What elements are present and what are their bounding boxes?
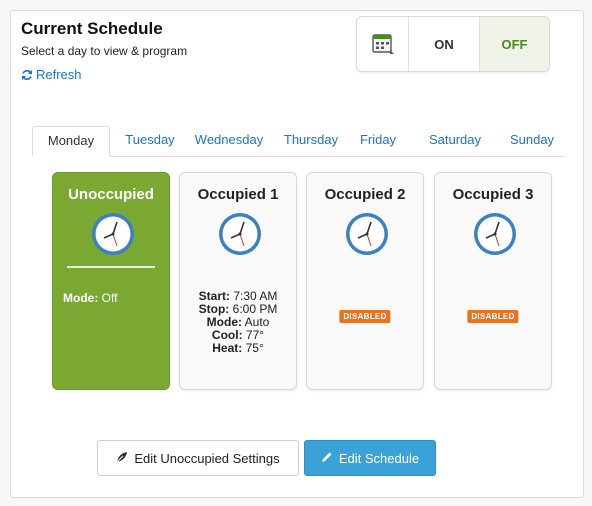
edit-unoccupied-label: Edit Unoccupied Settings: [134, 450, 280, 466]
refresh-icon: [21, 69, 33, 81]
clock-icon: [219, 213, 261, 255]
pencil-icon: [321, 451, 333, 466]
calendar-icon: [357, 17, 409, 71]
period-title: Occupied 3: [452, 186, 534, 203]
clock-icon: [346, 213, 388, 255]
mode-value: Off: [101, 291, 118, 305]
day-tabs: Monday Tuesday Wednesday Thursday Friday…: [32, 126, 564, 157]
schedule-on-off-toggle: ON OFF: [356, 16, 550, 72]
mode-readout: Mode: Off: [63, 291, 117, 305]
refresh-link[interactable]: Refresh: [21, 67, 82, 82]
tab-wednesday[interactable]: Wednesday: [188, 126, 270, 156]
period-card-occupied-2[interactable]: Occupied 2 DISABLED: [306, 172, 424, 390]
tab-thursday[interactable]: Thursday: [272, 126, 350, 156]
tab-friday[interactable]: Friday: [350, 126, 406, 156]
clock-icon: [92, 213, 134, 255]
card-divider: [67, 266, 155, 268]
page-title: Current Schedule: [21, 19, 163, 38]
clock-icon: [474, 213, 516, 255]
period-card-unoccupied[interactable]: Unoccupied Mode: Off: [52, 172, 170, 390]
toggle-off-button[interactable]: OFF: [480, 17, 549, 71]
leaf-icon: [116, 451, 128, 466]
period-details: Start: 7:30 AM Stop: 6:00 PM Mode: Auto …: [180, 290, 296, 355]
period-title: Unoccupied: [68, 186, 154, 203]
tab-monday[interactable]: Monday: [32, 126, 110, 157]
edit-unoccupied-settings-button[interactable]: Edit Unoccupied Settings: [97, 440, 299, 476]
page-subtitle: Select a day to view & program: [21, 44, 188, 58]
edit-schedule-button[interactable]: Edit Schedule: [304, 440, 436, 476]
toggle-on-button[interactable]: ON: [409, 17, 480, 71]
detail-heat: Heat: 75°: [212, 341, 264, 355]
tab-tuesday[interactable]: Tuesday: [114, 126, 186, 156]
tab-saturday[interactable]: Saturday: [422, 126, 488, 156]
disabled-badge: DISABLED: [339, 310, 391, 323]
tab-sunday[interactable]: Sunday: [502, 126, 562, 156]
refresh-label: Refresh: [36, 67, 82, 82]
period-title: Occupied 1: [197, 186, 279, 203]
mode-label: Mode:: [63, 291, 99, 305]
period-card-occupied-1[interactable]: Occupied 1 Start: 7:30 AM Stop: 6:00 PM …: [179, 172, 297, 390]
period-card-occupied-3[interactable]: Occupied 3 DISABLED: [434, 172, 552, 390]
edit-schedule-label: Edit Schedule: [338, 450, 420, 466]
disabled-badge: DISABLED: [467, 310, 519, 323]
period-title: Occupied 2: [324, 186, 406, 203]
